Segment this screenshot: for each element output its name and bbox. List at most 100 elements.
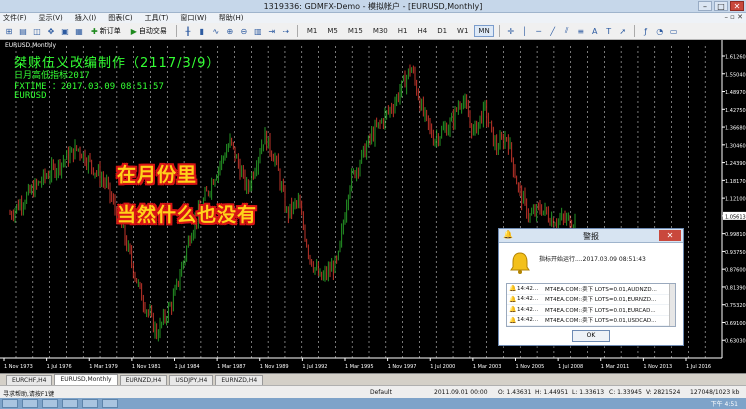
menu-help[interactable]: 帮助(H) xyxy=(219,13,244,23)
auto-trading-icon: ▶ xyxy=(130,26,137,36)
strategy-tester-icon[interactable]: ▦ xyxy=(73,25,85,37)
alert-row[interactable]: 🔔 14:42... MT4EA.COM::卖下 LOTS=0.01,EURCAD.… xyxy=(507,305,675,316)
maximize-button[interactable]: □ xyxy=(714,1,728,11)
tab-eurchf-h4[interactable]: EURCHF,H4 xyxy=(6,375,53,385)
alert-row-text: MT4EA.COM::卖下 LOTS=0.01,USDCAD... xyxy=(545,318,657,325)
time-tick-label: 1 Jul 1992 xyxy=(302,364,327,370)
alert-row[interactable]: 🔔 14:42... MT4EA.COM::卖下 LOTS=0.01,EURNZD.… xyxy=(507,295,675,305)
time-tick-label: 1 Nov 1989 xyxy=(260,364,289,370)
taskbar-clock: 下午 4:51 xyxy=(710,401,738,408)
timeframe-w1[interactable]: W1 xyxy=(453,25,472,37)
navigator-icon[interactable]: ✥ xyxy=(45,25,57,37)
menu-tools[interactable]: 工具(T) xyxy=(145,13,169,23)
taskbar-app[interactable] xyxy=(102,399,118,408)
vertical-line-icon[interactable]: │ xyxy=(519,25,531,37)
crosshair-icon[interactable]: ✛ xyxy=(505,25,517,37)
start-button[interactable] xyxy=(2,399,18,408)
bell-icon: 🔔 xyxy=(509,306,517,314)
arrows-icon[interactable]: ➚ xyxy=(617,25,629,37)
price-tick-label: 1.30460 xyxy=(725,143,746,149)
timeframe-m5[interactable]: M5 xyxy=(323,25,342,37)
timeframe-mn[interactable]: MN xyxy=(474,25,494,37)
new-order-icon: ✚ xyxy=(91,26,98,36)
status-datetime: 2011.09.01 00:00 xyxy=(434,389,488,396)
window-title: 1319336: GDMFX-Demo - 模拟帐户 - [EURUSD,Mon… xyxy=(263,2,483,11)
fibonacci-icon[interactable]: ≡ xyxy=(575,25,587,37)
alert-row-text: MT4EA.COM::卖下 LOTS=0.01,AUDNZD... xyxy=(545,286,657,293)
status-high: H: 1.44951 xyxy=(535,389,569,396)
auto-trading-button[interactable]: ▶ 自动交易 xyxy=(127,24,171,38)
alert-dialog[interactable]: 🔔 警报 ✕ 指标开始运行....2017.03.09 08:51:43 🔔 14… xyxy=(498,228,684,346)
separator xyxy=(296,25,298,37)
timeframe-h1[interactable]: H1 xyxy=(394,25,412,37)
menu-view[interactable]: 显示(V) xyxy=(39,13,63,23)
zoom-in-icon[interactable]: ⊕ xyxy=(224,25,236,37)
price-tick-label: 0.99810 xyxy=(725,232,746,238)
price-tick-label: 1.36680 xyxy=(725,126,746,132)
alert-row[interactable]: 🔔 14:42... MT4EA.COM::卖下 LOTS=0.01,USDCAD.… xyxy=(507,316,675,326)
timeframe-m1[interactable]: M1 xyxy=(303,25,322,37)
tab-eurnzd-h4[interactable]: EURNZD,H4 xyxy=(119,375,168,385)
menu-charts[interactable]: 图表(C) xyxy=(108,13,132,23)
time-tick-label: 1 Nov 1973 xyxy=(4,364,33,370)
time-tick-label: 1 Nov 1981 xyxy=(132,364,161,370)
chart-shift-icon[interactable]: ⇥ xyxy=(266,25,278,37)
tab-eurusd-monthly[interactable]: EURUSD,Monthly xyxy=(54,374,118,385)
text-tool-icon[interactable]: A xyxy=(589,25,601,37)
timeframe-m30[interactable]: M30 xyxy=(369,25,392,37)
periodicity-icon[interactable]: ◔ xyxy=(654,25,666,37)
new-order-button[interactable]: ✚ 新订单 xyxy=(87,24,125,38)
taskbar-app[interactable] xyxy=(22,399,38,408)
menu-file[interactable]: 文件(F) xyxy=(3,13,27,23)
alert-row-time: 14:42... xyxy=(517,285,539,292)
alert-list-scrollbar[interactable] xyxy=(669,284,675,326)
horizontal-line-icon[interactable]: ─ xyxy=(533,25,545,37)
terminal-icon[interactable]: ▣ xyxy=(59,25,71,37)
tab-usdjpy-h4[interactable]: USDJPY,H4 xyxy=(169,375,214,385)
label-tool-icon[interactable]: T xyxy=(603,25,615,37)
mdi-controls[interactable]: – ▫ ✕ xyxy=(724,13,743,21)
profiles-icon[interactable]: ▤ xyxy=(17,25,29,37)
title-bar: 1319336: GDMFX-Demo - 模拟帐户 - [EURUSD,Mon… xyxy=(0,0,746,13)
line-chart-icon[interactable]: ∿ xyxy=(210,25,222,37)
indicators-icon[interactable]: ƒ xyxy=(640,25,652,37)
alert-ok-button[interactable]: OK xyxy=(572,330,610,342)
templates-icon[interactable]: ▭ xyxy=(668,25,680,37)
alert-close-button[interactable]: ✕ xyxy=(659,230,681,241)
autoscroll-icon[interactable]: ⇢ xyxy=(280,25,292,37)
timeframe-m15[interactable]: M15 xyxy=(344,25,367,37)
taskbar-app[interactable] xyxy=(62,399,78,408)
time-tick-label: 1 Jul 2008 xyxy=(558,364,583,370)
taskbar-app[interactable] xyxy=(42,399,58,408)
alert-list[interactable]: 🔔 14:42... MT4EA.COM::卖下 LOTS=0.01,AUDNZD.… xyxy=(506,283,676,327)
close-button[interactable]: ✕ xyxy=(730,1,744,11)
tile-windows-icon[interactable]: ▥ xyxy=(252,25,264,37)
menu-window[interactable]: 窗口(W) xyxy=(180,13,206,23)
status-bar: 寻求帮助,请按F1键 Default 2011.09.01 00:00 O: 1… xyxy=(0,385,746,398)
taskbar-app[interactable] xyxy=(82,399,98,408)
new-order-label: 新订单 xyxy=(99,27,121,35)
trendline-icon[interactable]: ╱ xyxy=(547,25,559,37)
bar-chart-icon[interactable]: ╫ xyxy=(182,25,194,37)
price-tick-label: 1.42750 xyxy=(725,108,746,114)
minimize-button[interactable]: – xyxy=(698,1,712,11)
alert-row-time: 14:42... xyxy=(517,317,539,324)
time-tick-label: 1 Mar 1995 xyxy=(345,364,374,370)
toolbar: ⊞ ▤ ◫ ✥ ▣ ▦ ✚ 新订单 ▶ 自动交易 ╫ ▮ ∿ ⊕ ⊖ ▥ ⇥ ⇢ M… xyxy=(0,23,746,40)
timeframe-h4[interactable]: H4 xyxy=(413,25,431,37)
bell-icon: 🔔 xyxy=(509,316,517,324)
channel-icon[interactable]: ⫽ xyxy=(561,25,573,37)
new-chart-icon[interactable]: ⊞ xyxy=(3,25,15,37)
alert-row-text: MT4EA.COM::卖下 LOTS=0.01,EURCAD... xyxy=(545,307,656,314)
menu-insert[interactable]: 插入(I) xyxy=(75,13,97,23)
candlestick-icon[interactable]: ▮ xyxy=(196,25,208,37)
status-profile: Default xyxy=(370,389,392,396)
alert-header[interactable]: 🔔 警报 ✕ xyxy=(499,229,683,243)
tab-eurnzd-h4-2[interactable]: EURNZD,H4 xyxy=(215,375,264,385)
alert-row[interactable]: 🔔 14:42... MT4EA.COM::卖下 LOTS=0.01,AUDNZD.… xyxy=(507,284,675,295)
price-tick-label: 0.69100 xyxy=(725,321,746,327)
timeframe-d1[interactable]: D1 xyxy=(433,25,451,37)
market-watch-icon[interactable]: ◫ xyxy=(31,25,43,37)
zoom-out-icon[interactable]: ⊖ xyxy=(238,25,250,37)
alert-row-time: 14:42... xyxy=(517,306,539,313)
